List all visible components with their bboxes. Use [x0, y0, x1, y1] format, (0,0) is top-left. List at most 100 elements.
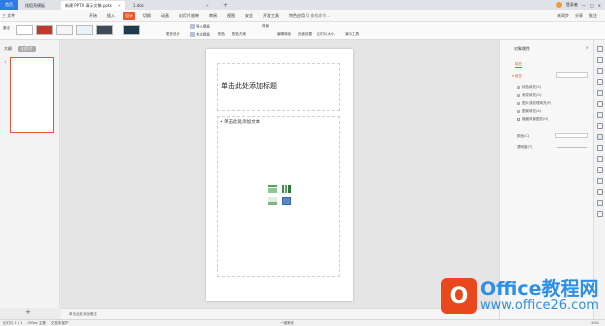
media-icon[interactable]: [597, 178, 603, 184]
theme-thumb[interactable]: [76, 25, 93, 35]
ribbon-tab-transition[interactable]: 切换: [141, 12, 153, 20]
quick-access: 三 文件: [2, 13, 15, 19]
ribbon-tab-start[interactable]: 开始: [87, 12, 99, 20]
picture-fill-option[interactable]: 图片或纹理填充(P): [517, 101, 551, 106]
table-icon[interactable]: [597, 189, 603, 195]
tab-doc[interactable]: 1.doc ✕: [129, 1, 213, 10]
maximize-icon[interactable]: □: [590, 3, 594, 8]
theme-thumb[interactable]: [56, 25, 73, 35]
transparency-slider[interactable]: [557, 147, 587, 148]
tab-home-label: 首页: [5, 2, 13, 7]
theme-name: Office 主题: [27, 321, 46, 325]
this-template-button[interactable]: 本文模板: [190, 32, 210, 38]
notes-pane[interactable]: 单击此处添加备注: [61, 308, 499, 319]
tab-template-label: 找稻壳模板: [25, 2, 45, 8]
edit-master-button[interactable]: 编辑母版: [277, 32, 291, 37]
color-scheme-button[interactable]: 配色: [218, 32, 225, 37]
chart-icon[interactable]: [597, 123, 603, 129]
transparency-label: 透明度(T): [517, 145, 533, 149]
ribbon-tab-insert[interactable]: 插入: [105, 12, 117, 20]
avatar[interactable]: [555, 2, 562, 8]
theme-thumb[interactable]: [123, 25, 140, 35]
tab-pptx-document[interactable]: 新建 PPTX 演示文稿.pptx ✕: [61, 1, 125, 10]
outline-tab[interactable]: 大纲: [4, 46, 12, 52]
settings-icon[interactable]: [597, 200, 603, 206]
share-button[interactable]: 分享: [575, 13, 583, 19]
panel-tabs: 大纲 幻灯片: [4, 46, 36, 52]
fill-type-select[interactable]: [556, 72, 588, 78]
zoom-level[interactable]: 40%: [591, 321, 599, 325]
command-search[interactable]: Q 查找命令...: [306, 13, 330, 19]
image-icon[interactable]: [597, 167, 603, 173]
content-placeholder[interactable]: • 单击此处添加文本: [217, 116, 340, 277]
document-protection[interactable]: 文档未保护: [51, 321, 69, 326]
shape-icon[interactable]: [597, 79, 603, 85]
tab-template[interactable]: 找稻壳模板: [21, 1, 57, 10]
radio-icon: [517, 110, 520, 113]
table-icon[interactable]: [268, 185, 277, 193]
gradient-fill-option[interactable]: 渐变填充(G): [517, 93, 541, 98]
title-placeholder[interactable]: 单击此处添加标题: [217, 63, 340, 111]
add-slide-icon[interactable]: +: [25, 308, 31, 316]
chart-icon[interactable]: [282, 185, 291, 193]
solid-fill-label: 纯色填充(S): [522, 85, 541, 89]
checkbox-icon: [517, 118, 520, 121]
ribbon-tab-design[interactable]: 设计: [123, 12, 135, 20]
text-icon[interactable]: [597, 156, 603, 162]
slide-thumbnail[interactable]: [10, 57, 54, 133]
copy-icon[interactable]: [597, 68, 603, 74]
background-button[interactable]: 背景: [262, 24, 269, 29]
minimize-icon[interactable]: —: [582, 3, 586, 8]
animation-icon[interactable]: [597, 101, 603, 107]
ribbon-tab-review[interactable]: 审阅: [207, 12, 219, 20]
select-icon[interactable]: [597, 57, 603, 63]
theme-thumb[interactable]: [96, 25, 113, 35]
style-icon[interactable]: [597, 90, 603, 96]
layers-icon[interactable]: [597, 145, 603, 151]
pattern-fill-label: 图案填充(A): [522, 109, 542, 113]
close-panel-icon[interactable]: ✕: [586, 45, 589, 50]
page-setup-button[interactable]: 页面设置: [298, 32, 312, 37]
close-tab-icon[interactable]: ✕: [118, 3, 121, 8]
fill-tab[interactable]: 填充: [515, 62, 522, 68]
solid-fill-option[interactable]: 纯色填充(S): [517, 85, 541, 90]
magic-button[interactable]: 魔法: [3, 26, 10, 31]
slides-tab[interactable]: 幻灯片: [18, 46, 36, 52]
ribbon-tab-features[interactable]: 特色应用: [287, 12, 307, 20]
ribbon-tab-security[interactable]: 安全: [243, 12, 255, 20]
comment-button[interactable]: 批注: [589, 13, 597, 19]
theme-thumb[interactable]: [36, 25, 53, 35]
one-click-beautify[interactable]: 一键美化: [280, 321, 294, 326]
pattern-fill-option[interactable]: 图案填充(A): [517, 109, 541, 114]
help-icon[interactable]: [597, 211, 603, 217]
tab-home[interactable]: 首页: [0, 0, 18, 10]
background-color-button[interactable]: 配色方案: [232, 32, 246, 37]
sync-status[interactable]: 未同步: [557, 13, 569, 19]
list-icon[interactable]: [597, 112, 603, 118]
presentation-tools-button[interactable]: 演示工具: [345, 32, 359, 37]
close-window-icon[interactable]: ✕: [598, 3, 601, 8]
media-icon[interactable]: [282, 197, 291, 205]
color-picker[interactable]: [555, 133, 588, 138]
import-template-button[interactable]: 导入模板: [190, 24, 210, 30]
status-bar: 幻灯片 1 / 1 Office 主题 文档未保护 一键美化 40%: [0, 319, 605, 326]
fill-section-header[interactable]: ▾ 填充: [512, 74, 522, 79]
file-menu[interactable]: 三 文件: [2, 13, 15, 19]
hide-background-option[interactable]: 隐藏背景图形(H): [517, 117, 548, 122]
picture-icon[interactable]: [268, 197, 277, 205]
ribbon-tab-animation[interactable]: 动画: [159, 12, 171, 20]
collapse-icon[interactable]: [597, 46, 603, 52]
theme-thumb[interactable]: [16, 25, 33, 35]
user-name[interactable]: 登录者: [566, 2, 578, 8]
more-design-button[interactable]: 更多设计: [166, 32, 180, 37]
color-label: 颜色(C): [517, 134, 530, 138]
ribbon-tab-developer[interactable]: 开发工具: [261, 12, 281, 20]
slide-size-button[interactable]: 幻灯片大小: [317, 32, 335, 37]
slide[interactable]: 单击此处添加标题 • 单击此处添加文本: [206, 49, 353, 301]
ribbon-tab-view[interactable]: 视图: [225, 12, 237, 20]
add-tab-icon[interactable]: +: [223, 2, 228, 9]
properties-icon[interactable]: [597, 134, 603, 140]
radio-icon: [517, 86, 520, 89]
close-tab-icon[interactable]: ✕: [206, 3, 209, 8]
ribbon-tab-slideshow[interactable]: 幻灯片放映: [177, 12, 201, 20]
